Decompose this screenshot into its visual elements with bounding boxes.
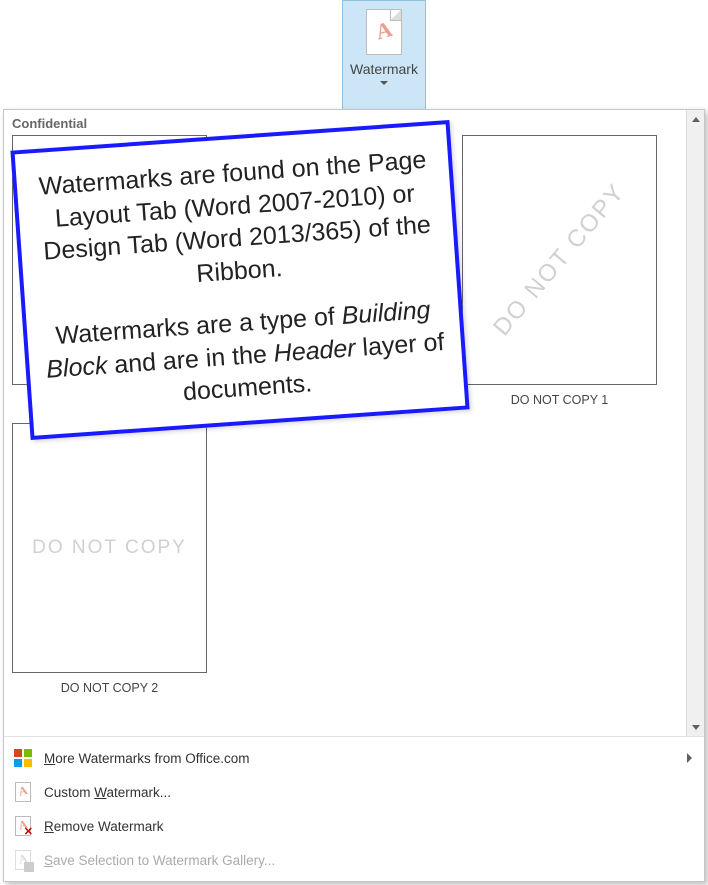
thumb-preview: DO NOT COPY [462,135,657,385]
watermark-icon-letter: A [373,16,395,45]
menu-save-selection: A Save Selection to Watermark Gallery... [4,843,704,877]
annotation-paragraph-2: Watermarks are a type of Building Block … [42,293,448,418]
arrow-up-icon [692,117,700,122]
annotation-callout: Watermarks are found on the Page Layout … [10,120,469,439]
watermark-button-label: Watermark [350,61,418,77]
menu-label: More Watermarks from Office.com [44,751,250,766]
menu-remove-watermark[interactable]: A✕ Remove Watermark [4,809,704,843]
page-remove-icon: A✕ [12,815,34,837]
watermark-ribbon-button[interactable]: A Watermark [342,0,426,110]
menu-list: More Watermarks from Office.com A Custom… [4,736,704,881]
thumb-preview: DO NOT COPY [12,423,207,673]
watermark-text: DO NOT COPY [488,178,631,341]
chevron-right-icon [687,753,692,763]
menu-more-watermarks[interactable]: More Watermarks from Office.com [4,741,704,775]
gallery-scrollbar[interactable] [686,110,704,736]
menu-label: Save Selection to Watermark Gallery... [44,853,275,868]
thumb-caption: DO NOT COPY 1 [511,393,608,407]
menu-custom-watermark[interactable]: A Custom Watermark... [4,775,704,809]
scroll-down-button[interactable] [687,718,704,736]
menu-label: Custom Watermark... [44,785,171,800]
page-save-icon: A [12,849,34,871]
watermark-text: DO NOT COPY [32,537,187,559]
arrow-down-icon [692,725,700,730]
menu-label: Remove Watermark [44,819,164,834]
office-icon [12,747,34,769]
thumb-caption: DO NOT COPY 2 [61,681,158,695]
watermark-thumb-donotcopy-2[interactable]: DO NOT COPY DO NOT COPY 2 [12,423,207,695]
page-icon: A [12,781,34,803]
watermark-thumb-donotcopy-1[interactable]: DO NOT COPY DO NOT COPY 1 [462,135,657,407]
chevron-down-icon [380,81,388,85]
scroll-up-button[interactable] [687,110,704,128]
annotation-paragraph-1: Watermarks are found on the Page Layout … [32,143,440,301]
watermark-icon: A [366,9,402,55]
